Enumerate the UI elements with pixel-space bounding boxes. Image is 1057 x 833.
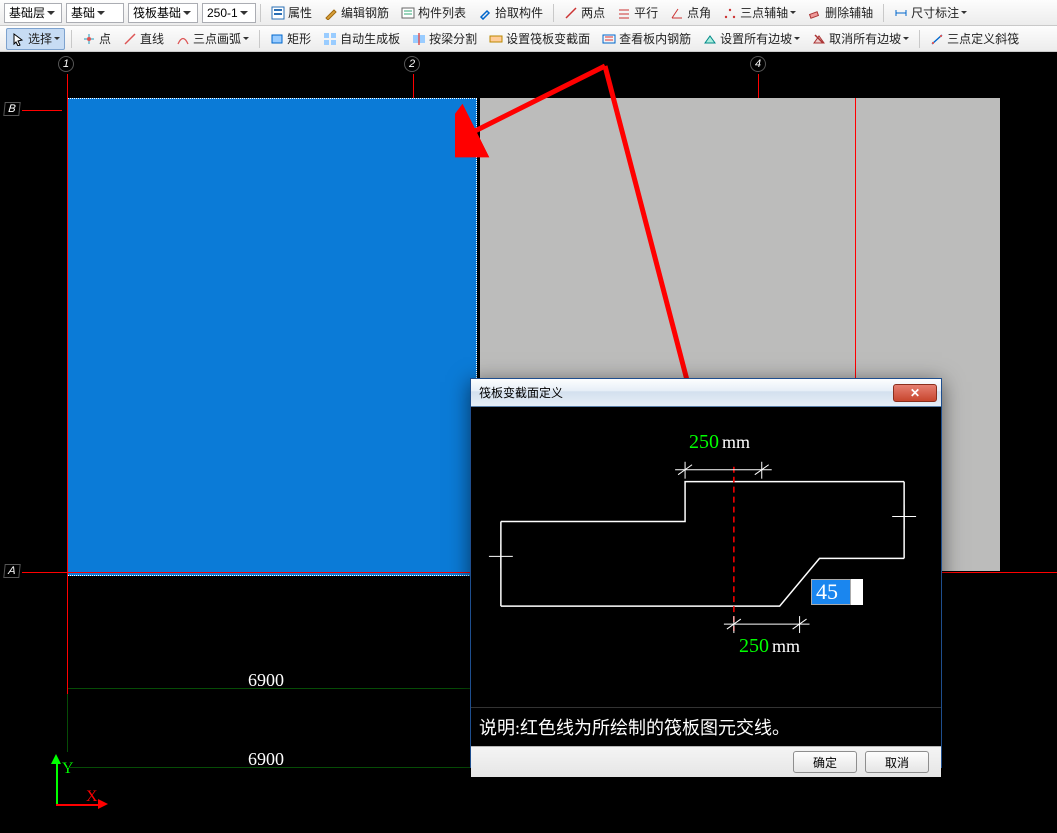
layer-value: 基础层 xyxy=(9,4,45,21)
grid-col-2: 2 xyxy=(404,56,420,72)
point-tool[interactable]: 点 xyxy=(78,28,115,50)
edit-rebar-button[interactable]: 编辑钢筋 xyxy=(320,2,393,24)
close-icon: ✕ xyxy=(910,386,920,400)
split-by-beam-button[interactable]: 按梁分割 xyxy=(408,28,481,50)
eyedropper-icon xyxy=(478,6,492,20)
dim-annotate-button[interactable]: 尺寸标注 xyxy=(890,2,971,24)
chevron-down-icon xyxy=(47,11,55,15)
chevron-down-icon xyxy=(794,37,800,40)
chevron-down-icon xyxy=(903,37,909,40)
set-all-slope-button[interactable]: 设置所有边坡 xyxy=(699,28,804,50)
close-button[interactable]: ✕ xyxy=(893,384,937,402)
dialog-top-dimension: 250mm xyxy=(689,431,750,454)
dialog-titlebar[interactable]: 筏板变截面定义 ✕ xyxy=(471,379,941,407)
cancel-slope-icon xyxy=(812,32,826,46)
component-list-button[interactable]: 构件列表 xyxy=(397,2,470,24)
dialog-title-text: 筏板变截面定义 xyxy=(479,384,563,401)
list-icon xyxy=(401,6,415,20)
slope-icon xyxy=(703,32,717,46)
chevron-down-icon xyxy=(97,11,105,15)
layer-dropdown[interactable]: 基础层 xyxy=(4,3,62,23)
two-point-icon xyxy=(564,6,578,20)
set-section-button[interactable]: 设置筏板变截面 xyxy=(485,28,594,50)
eraser-icon xyxy=(808,6,822,20)
dimension-1: 6900 xyxy=(248,670,284,691)
element-type-value: 筏板基础 xyxy=(133,4,181,21)
angle-input[interactable] xyxy=(811,579,851,605)
dimension-2: 6900 xyxy=(248,749,284,770)
grid-row-b: B xyxy=(3,102,20,116)
rect-icon xyxy=(270,32,284,46)
chevron-down-icon xyxy=(183,11,191,15)
select-tool[interactable]: 选择 xyxy=(6,28,65,50)
pencil-icon xyxy=(324,6,338,20)
three-point-aux-button[interactable]: 三点辅轴 xyxy=(719,2,800,24)
dialog-bottom-dimension: 250mm xyxy=(739,635,800,658)
ok-button[interactable]: 确定 xyxy=(793,751,857,773)
chevron-down-icon xyxy=(243,37,249,40)
chevron-down-icon xyxy=(54,37,60,40)
arc-tool[interactable]: 三点画弧 xyxy=(172,28,253,50)
rect-tool[interactable]: 矩形 xyxy=(266,28,315,50)
line-icon xyxy=(123,32,137,46)
section-definition-dialog: 筏板变截面定义 ✕ xyxy=(470,378,942,768)
category-value: 基础 xyxy=(71,4,95,21)
arc-icon xyxy=(176,32,190,46)
parallel-button[interactable]: 平行 xyxy=(613,2,662,24)
three-point-slope-icon xyxy=(930,32,944,46)
axis-y-label: Y xyxy=(62,760,74,778)
cancel-button[interactable]: 取消 xyxy=(865,751,929,773)
element-type-dropdown[interactable]: 筏板基础 xyxy=(128,3,198,23)
two-point-button[interactable]: 两点 xyxy=(560,2,609,24)
size-value: 250-1 xyxy=(207,6,238,20)
parallel-icon xyxy=(617,6,631,20)
auto-slab-button[interactable]: 自动生成板 xyxy=(319,28,404,50)
chevron-down-icon xyxy=(790,11,796,14)
line-tool[interactable]: 直线 xyxy=(119,28,168,50)
category-dropdown[interactable]: 基础 xyxy=(66,3,124,23)
chevron-down-icon xyxy=(240,11,248,15)
attributes-button[interactable]: 属性 xyxy=(267,2,316,24)
axis-x-label: X xyxy=(86,788,98,806)
dialog-diagram: 250mm 250mm xyxy=(471,407,941,707)
slab-selected[interactable] xyxy=(67,98,477,576)
toolbar-row-2: 选择 点 直线 三点画弧 矩形 自动生成板 按梁分割 设置筏板变截面 查看板内钢… xyxy=(0,26,1057,52)
section-icon xyxy=(489,32,503,46)
point-angle-button[interactable]: 点角 xyxy=(666,2,715,24)
point-icon xyxy=(82,32,96,46)
dialog-note: 说明:红色线为所绘制的筏板图元交线。 xyxy=(471,708,941,746)
grid-icon xyxy=(323,32,337,46)
grid-col-4: 4 xyxy=(750,56,766,72)
chevron-down-icon xyxy=(961,11,967,14)
properties-icon xyxy=(271,6,285,20)
three-point-icon xyxy=(723,6,737,20)
angle-icon xyxy=(670,6,684,20)
split-icon xyxy=(412,32,426,46)
view-rebar-icon xyxy=(602,32,616,46)
delete-aux-button[interactable]: 删除辅轴 xyxy=(804,2,877,24)
toolbar-row-1: 基础层 基础 筏板基础 250-1 属性 编辑钢筋 构件列表 拾取构件 两点 xyxy=(0,0,1057,26)
dimension-icon xyxy=(894,6,908,20)
grid-col-1: 1 xyxy=(58,56,74,72)
grid-row-a: A xyxy=(3,564,20,578)
view-slab-rebar-button[interactable]: 查看板内钢筋 xyxy=(598,28,695,50)
cursor-icon xyxy=(11,32,25,46)
three-point-slope-button[interactable]: 三点定义斜筏 xyxy=(926,28,1023,50)
cancel-slope-button[interactable]: 取消所有边坡 xyxy=(808,28,913,50)
pick-component-button[interactable]: 拾取构件 xyxy=(474,2,547,24)
size-dropdown[interactable]: 250-1 xyxy=(202,3,256,23)
